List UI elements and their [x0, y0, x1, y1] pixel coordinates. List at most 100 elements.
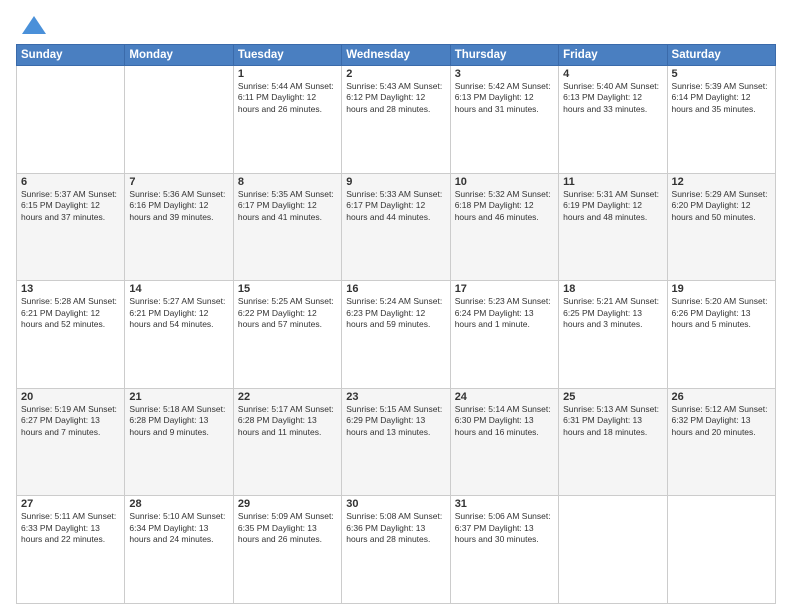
day-number: 26	[672, 391, 771, 403]
calendar-cell: 25Sunrise: 5:13 AM Sunset: 6:31 PM Dayli…	[559, 388, 667, 496]
day-info: Sunrise: 5:23 AM Sunset: 6:24 PM Dayligh…	[455, 296, 554, 330]
day-number: 12	[672, 176, 771, 188]
day-info: Sunrise: 5:19 AM Sunset: 6:27 PM Dayligh…	[21, 404, 120, 438]
day-info: Sunrise: 5:13 AM Sunset: 6:31 PM Dayligh…	[563, 404, 662, 438]
day-info: Sunrise: 5:20 AM Sunset: 6:26 PM Dayligh…	[672, 296, 771, 330]
calendar-week-row: 1Sunrise: 5:44 AM Sunset: 6:11 PM Daylig…	[17, 66, 776, 174]
day-number: 8	[238, 176, 337, 188]
calendar-cell: 21Sunrise: 5:18 AM Sunset: 6:28 PM Dayli…	[125, 388, 233, 496]
calendar-cell: 13Sunrise: 5:28 AM Sunset: 6:21 PM Dayli…	[17, 281, 125, 389]
day-info: Sunrise: 5:44 AM Sunset: 6:11 PM Dayligh…	[238, 81, 337, 115]
calendar-cell: 30Sunrise: 5:08 AM Sunset: 6:36 PM Dayli…	[342, 496, 450, 604]
calendar-week-row: 20Sunrise: 5:19 AM Sunset: 6:27 PM Dayli…	[17, 388, 776, 496]
calendar-cell: 9Sunrise: 5:33 AM Sunset: 6:17 PM Daylig…	[342, 173, 450, 281]
calendar-table: SundayMondayTuesdayWednesdayThursdayFrid…	[16, 44, 776, 604]
day-number: 6	[21, 176, 120, 188]
logo	[16, 12, 48, 40]
day-number: 19	[672, 283, 771, 295]
calendar-cell: 14Sunrise: 5:27 AM Sunset: 6:21 PM Dayli…	[125, 281, 233, 389]
calendar-day-header: Friday	[559, 45, 667, 66]
logo-icon	[20, 12, 48, 40]
calendar-cell: 10Sunrise: 5:32 AM Sunset: 6:18 PM Dayli…	[450, 173, 558, 281]
day-info: Sunrise: 5:36 AM Sunset: 6:16 PM Dayligh…	[129, 189, 228, 223]
calendar-day-header: Tuesday	[233, 45, 341, 66]
day-info: Sunrise: 5:15 AM Sunset: 6:29 PM Dayligh…	[346, 404, 445, 438]
calendar-cell	[559, 496, 667, 604]
calendar-day-header: Saturday	[667, 45, 775, 66]
day-info: Sunrise: 5:32 AM Sunset: 6:18 PM Dayligh…	[455, 189, 554, 223]
day-info: Sunrise: 5:10 AM Sunset: 6:34 PM Dayligh…	[129, 511, 228, 545]
calendar-cell: 11Sunrise: 5:31 AM Sunset: 6:19 PM Dayli…	[559, 173, 667, 281]
day-number: 24	[455, 391, 554, 403]
day-number: 3	[455, 68, 554, 80]
day-number: 21	[129, 391, 228, 403]
day-number: 11	[563, 176, 662, 188]
page: SundayMondayTuesdayWednesdayThursdayFrid…	[0, 0, 792, 612]
day-number: 30	[346, 498, 445, 510]
day-info: Sunrise: 5:27 AM Sunset: 6:21 PM Dayligh…	[129, 296, 228, 330]
calendar-cell: 18Sunrise: 5:21 AM Sunset: 6:25 PM Dayli…	[559, 281, 667, 389]
day-info: Sunrise: 5:14 AM Sunset: 6:30 PM Dayligh…	[455, 404, 554, 438]
day-number: 28	[129, 498, 228, 510]
calendar-cell: 22Sunrise: 5:17 AM Sunset: 6:28 PM Dayli…	[233, 388, 341, 496]
calendar-cell: 3Sunrise: 5:42 AM Sunset: 6:13 PM Daylig…	[450, 66, 558, 174]
calendar-cell: 17Sunrise: 5:23 AM Sunset: 6:24 PM Dayli…	[450, 281, 558, 389]
calendar-cell: 1Sunrise: 5:44 AM Sunset: 6:11 PM Daylig…	[233, 66, 341, 174]
day-info: Sunrise: 5:42 AM Sunset: 6:13 PM Dayligh…	[455, 81, 554, 115]
day-number: 1	[238, 68, 337, 80]
calendar-day-header: Thursday	[450, 45, 558, 66]
day-number: 5	[672, 68, 771, 80]
day-info: Sunrise: 5:24 AM Sunset: 6:23 PM Dayligh…	[346, 296, 445, 330]
calendar-cell: 31Sunrise: 5:06 AM Sunset: 6:37 PM Dayli…	[450, 496, 558, 604]
calendar-cell: 27Sunrise: 5:11 AM Sunset: 6:33 PM Dayli…	[17, 496, 125, 604]
day-number: 14	[129, 283, 228, 295]
day-number: 31	[455, 498, 554, 510]
calendar-cell: 19Sunrise: 5:20 AM Sunset: 6:26 PM Dayli…	[667, 281, 775, 389]
day-info: Sunrise: 5:35 AM Sunset: 6:17 PM Dayligh…	[238, 189, 337, 223]
calendar-cell	[667, 496, 775, 604]
calendar-cell: 7Sunrise: 5:36 AM Sunset: 6:16 PM Daylig…	[125, 173, 233, 281]
day-number: 29	[238, 498, 337, 510]
day-info: Sunrise: 5:08 AM Sunset: 6:36 PM Dayligh…	[346, 511, 445, 545]
calendar-cell: 15Sunrise: 5:25 AM Sunset: 6:22 PM Dayli…	[233, 281, 341, 389]
day-info: Sunrise: 5:28 AM Sunset: 6:21 PM Dayligh…	[21, 296, 120, 330]
day-number: 20	[21, 391, 120, 403]
day-number: 17	[455, 283, 554, 295]
calendar-cell: 4Sunrise: 5:40 AM Sunset: 6:13 PM Daylig…	[559, 66, 667, 174]
calendar-cell	[125, 66, 233, 174]
calendar-day-header: Monday	[125, 45, 233, 66]
day-number: 4	[563, 68, 662, 80]
calendar-cell: 29Sunrise: 5:09 AM Sunset: 6:35 PM Dayli…	[233, 496, 341, 604]
calendar-cell: 5Sunrise: 5:39 AM Sunset: 6:14 PM Daylig…	[667, 66, 775, 174]
calendar-cell: 24Sunrise: 5:14 AM Sunset: 6:30 PM Dayli…	[450, 388, 558, 496]
calendar-cell: 28Sunrise: 5:10 AM Sunset: 6:34 PM Dayli…	[125, 496, 233, 604]
day-info: Sunrise: 5:39 AM Sunset: 6:14 PM Dayligh…	[672, 81, 771, 115]
day-number: 7	[129, 176, 228, 188]
calendar-cell: 20Sunrise: 5:19 AM Sunset: 6:27 PM Dayli…	[17, 388, 125, 496]
calendar-day-header: Sunday	[17, 45, 125, 66]
day-info: Sunrise: 5:09 AM Sunset: 6:35 PM Dayligh…	[238, 511, 337, 545]
day-number: 23	[346, 391, 445, 403]
day-number: 18	[563, 283, 662, 295]
day-number: 22	[238, 391, 337, 403]
calendar-week-row: 6Sunrise: 5:37 AM Sunset: 6:15 PM Daylig…	[17, 173, 776, 281]
day-number: 27	[21, 498, 120, 510]
day-info: Sunrise: 5:31 AM Sunset: 6:19 PM Dayligh…	[563, 189, 662, 223]
day-info: Sunrise: 5:18 AM Sunset: 6:28 PM Dayligh…	[129, 404, 228, 438]
calendar-cell: 26Sunrise: 5:12 AM Sunset: 6:32 PM Dayli…	[667, 388, 775, 496]
calendar-week-row: 13Sunrise: 5:28 AM Sunset: 6:21 PM Dayli…	[17, 281, 776, 389]
day-number: 13	[21, 283, 120, 295]
day-info: Sunrise: 5:12 AM Sunset: 6:32 PM Dayligh…	[672, 404, 771, 438]
day-number: 15	[238, 283, 337, 295]
calendar-cell: 23Sunrise: 5:15 AM Sunset: 6:29 PM Dayli…	[342, 388, 450, 496]
day-info: Sunrise: 5:25 AM Sunset: 6:22 PM Dayligh…	[238, 296, 337, 330]
day-info: Sunrise: 5:37 AM Sunset: 6:15 PM Dayligh…	[21, 189, 120, 223]
day-info: Sunrise: 5:21 AM Sunset: 6:25 PM Dayligh…	[563, 296, 662, 330]
header	[16, 12, 776, 40]
day-info: Sunrise: 5:17 AM Sunset: 6:28 PM Dayligh…	[238, 404, 337, 438]
calendar-cell: 12Sunrise: 5:29 AM Sunset: 6:20 PM Dayli…	[667, 173, 775, 281]
calendar-cell: 6Sunrise: 5:37 AM Sunset: 6:15 PM Daylig…	[17, 173, 125, 281]
day-number: 9	[346, 176, 445, 188]
day-number: 25	[563, 391, 662, 403]
calendar-cell: 2Sunrise: 5:43 AM Sunset: 6:12 PM Daylig…	[342, 66, 450, 174]
